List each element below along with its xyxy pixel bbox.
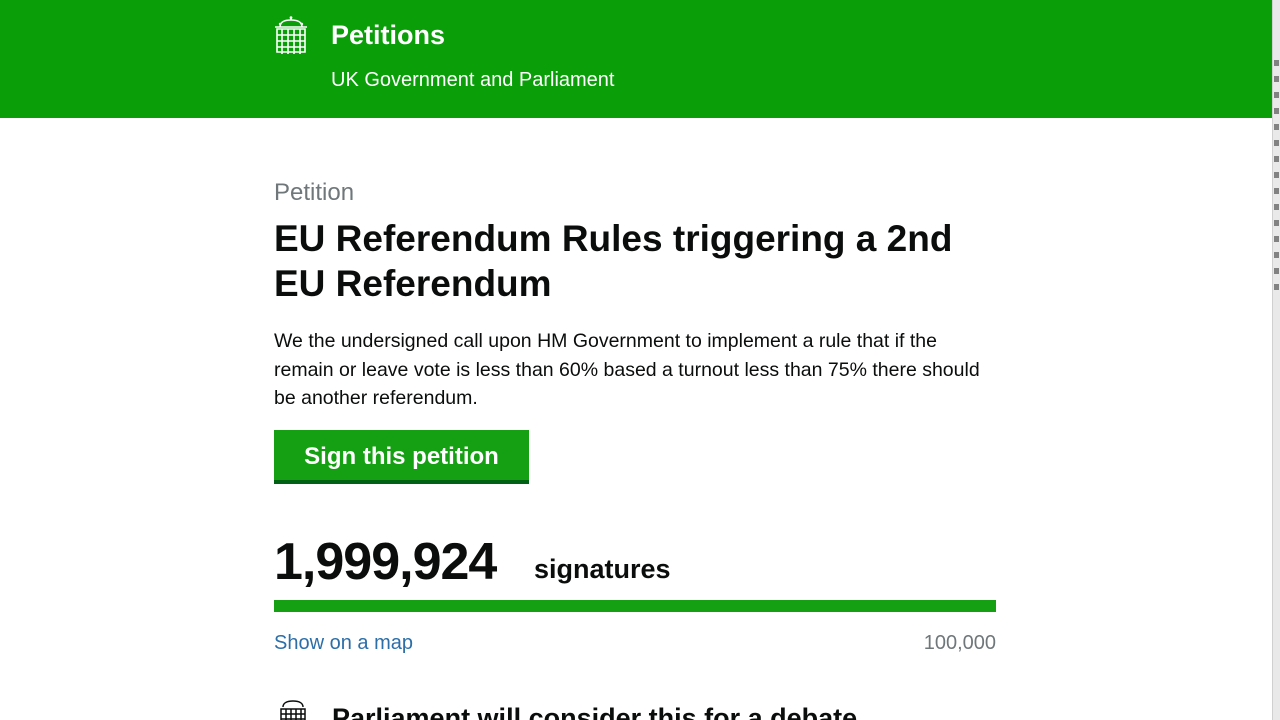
signature-count: 1,999,924 bbox=[274, 533, 497, 591]
page-eyebrow: Petition bbox=[274, 179, 355, 206]
sign-petition-button[interactable]: Sign this petition bbox=[274, 430, 529, 484]
petition-title: EU Referendum Rules triggering a 2nd EU … bbox=[274, 218, 953, 304]
petition-description: We the undersigned call upon HM Governme… bbox=[274, 330, 980, 409]
debate-threshold-text: Parliament will consider this for a deba… bbox=[332, 703, 858, 720]
signature-count-label: signatures bbox=[534, 554, 671, 584]
portcullis-icon[interactable] bbox=[274, 16, 308, 56]
show-on-map-link[interactable]: Show on a map bbox=[274, 632, 413, 655]
page: Petitions UK Government and Parliament P… bbox=[0, 0, 1280, 720]
site-header: Petitions UK Government and Parliament bbox=[0, 0, 1272, 118]
signature-threshold: 100,000 bbox=[923, 632, 996, 654]
portcullis-icon bbox=[280, 700, 306, 720]
signature-progress-fill bbox=[274, 600, 996, 612]
signature-progress-bar bbox=[274, 600, 996, 612]
site-subtitle: UK Government and Parliament bbox=[331, 69, 615, 91]
scrollbar-thumb[interactable] bbox=[1274, 60, 1279, 300]
site-title[interactable]: Petitions bbox=[331, 20, 445, 51]
